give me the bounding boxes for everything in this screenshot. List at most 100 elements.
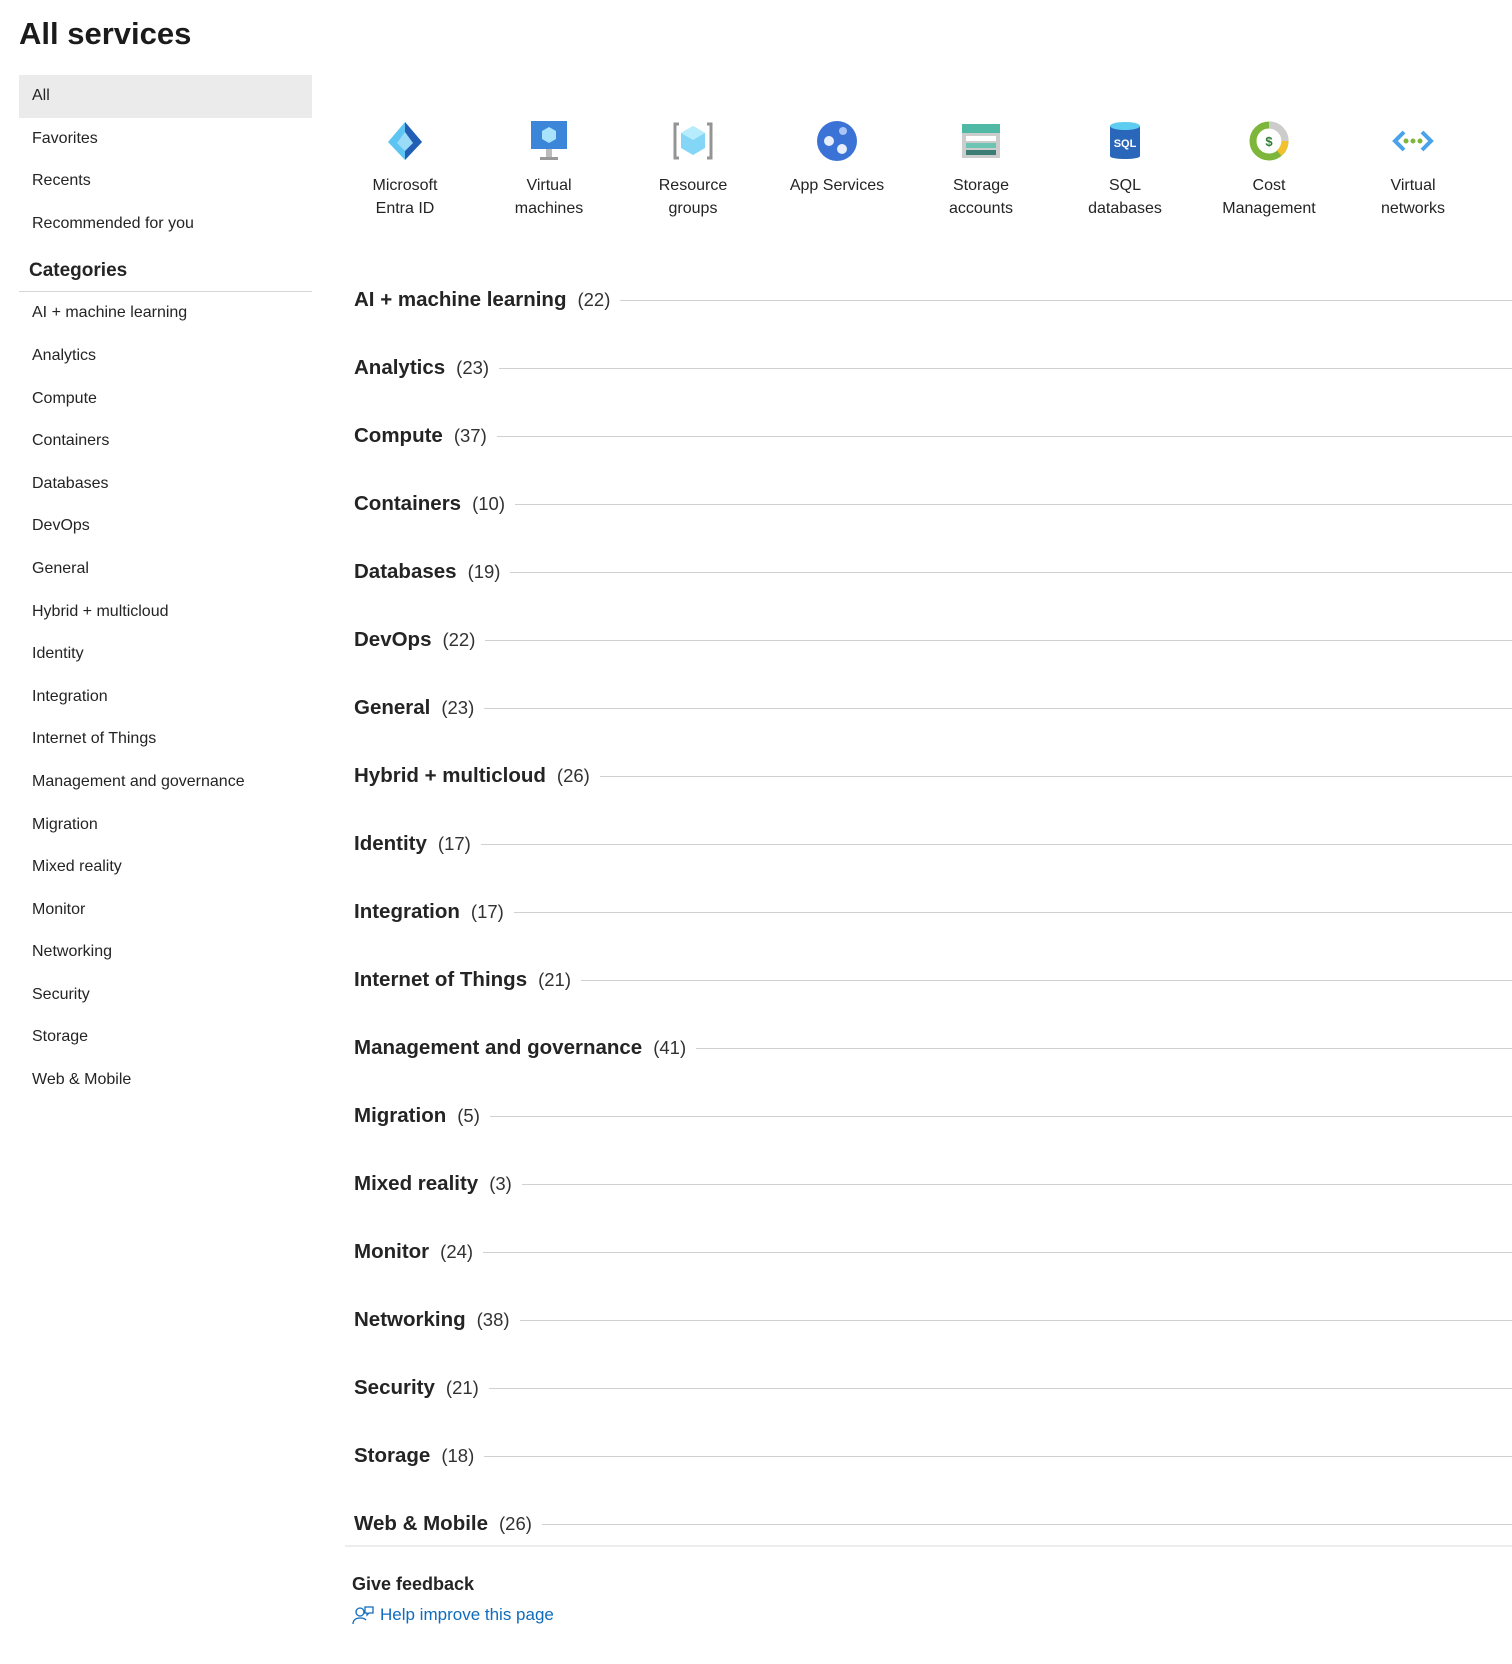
category-group-databases[interactable]: Databases (19): [354, 538, 1512, 606]
category-group-name: Management and governance: [354, 1036, 643, 1059]
service-tile-microsoft-entra-id[interactable]: Microsoft Entra ID: [333, 118, 477, 220]
category-group-storage[interactable]: Storage (18): [354, 1422, 1512, 1490]
category-group-networking[interactable]: Networking (38): [354, 1286, 1512, 1354]
sidebar-category-networking[interactable]: Networking: [19, 931, 312, 974]
category-group-management-and-governance[interactable]: Management and governance (41): [354, 1014, 1512, 1082]
category-group-name: Analytics: [354, 356, 446, 379]
divider: [496, 435, 1512, 437]
sidebar-category-mixed-reality[interactable]: Mixed reality: [19, 846, 312, 889]
sidebar-category-management-and-governance[interactable]: Management and governance: [19, 761, 312, 804]
category-group-name: DevOps: [354, 628, 432, 651]
category-group-identity[interactable]: Identity (17): [354, 810, 1512, 878]
category-group-internet-of-things[interactable]: Internet of Things (21): [354, 946, 1512, 1014]
category-group-count: (22): [442, 629, 476, 650]
category-group-count: (41): [653, 1037, 687, 1058]
feedback-person-icon: [352, 1606, 374, 1625]
sidebar-category-web-mobile[interactable]: Web & Mobile: [19, 1059, 312, 1102]
category-group-mixed-reality[interactable]: Mixed reality (3): [354, 1150, 1512, 1218]
category-group-count: (17): [470, 901, 504, 922]
divider: [499, 367, 1512, 369]
nav-recommended[interactable]: Recommended for you: [19, 203, 312, 246]
service-tile-storage-accounts[interactable]: Storage accounts: [909, 118, 1053, 220]
category-group-monitor[interactable]: Monitor (24): [354, 1218, 1512, 1286]
sidebar-category-migration[interactable]: Migration: [19, 804, 312, 847]
divider: [513, 911, 1512, 913]
category-group-name: Internet of Things: [354, 968, 528, 991]
cost-management-icon: $: [1197, 118, 1341, 164]
entra-id-icon: [333, 118, 477, 164]
divider: [489, 1115, 1512, 1117]
service-tile-cost-management[interactable]: $ Cost Management: [1197, 118, 1341, 220]
category-group-name: Identity: [354, 832, 427, 855]
divider: [541, 1523, 1512, 1525]
sidebar-category-list: AI + machine learning Analytics Compute Con…: [19, 292, 312, 1101]
sidebar-category-security[interactable]: Security: [19, 974, 312, 1017]
category-group-count: (26): [556, 765, 590, 786]
service-tile-label: App Services: [789, 177, 885, 194]
nav-all[interactable]: All: [19, 75, 312, 118]
category-group-name: Integration: [354, 900, 460, 923]
category-group-web-mobile[interactable]: Web & Mobile (26): [354, 1490, 1512, 1558]
divider: [484, 1455, 1512, 1457]
category-group-count: (10): [472, 493, 505, 514]
sidebar-category-identity[interactable]: Identity: [19, 633, 312, 676]
sidebar-category-internet-of-things[interactable]: Internet of Things: [19, 718, 312, 761]
sidebar-category-containers[interactable]: Containers: [19, 420, 312, 463]
category-group-name: Hybrid + multicloud: [354, 764, 546, 787]
service-tile-sql-databases[interactable]: SQL SQL databases: [1053, 118, 1197, 220]
service-tile-resource-groups[interactable]: Resource groups: [621, 118, 765, 220]
virtual-network-icon: [1341, 118, 1485, 164]
category-group-count: (22): [577, 289, 611, 310]
sidebar-category-databases[interactable]: Databases: [19, 463, 312, 506]
category-group-name: Security: [354, 1376, 435, 1399]
sidebar-category-integration[interactable]: Integration: [19, 676, 312, 719]
category-group-name: Monitor: [354, 1240, 430, 1263]
category-group-containers[interactable]: Containers (10): [354, 470, 1512, 538]
category-group-compute[interactable]: Compute (37): [354, 402, 1512, 470]
service-tile-label: Virtual machines: [514, 177, 584, 217]
sidebar-category-analytics[interactable]: Analytics: [19, 335, 312, 378]
help-improve-link[interactable]: Help improve this page: [352, 1604, 554, 1626]
storage-account-icon: [909, 118, 1053, 164]
service-tile-label: Storage accounts: [948, 177, 1014, 217]
page-title: All services: [19, 16, 192, 51]
category-group-count: (38): [476, 1309, 510, 1330]
sidebar-category-general[interactable]: General: [19, 548, 312, 591]
service-tile-app-services[interactable]: App Services: [765, 118, 909, 220]
category-group-name: Networking: [354, 1308, 466, 1331]
divider: [519, 1319, 1512, 1321]
category-group-hybrid-multicloud[interactable]: Hybrid + multicloud (26): [354, 742, 1512, 810]
service-tile-label: Virtual networks: [1380, 177, 1446, 217]
category-group-name: Databases: [354, 560, 457, 583]
nav-favorites[interactable]: Favorites: [19, 118, 312, 161]
category-group-count: (21): [538, 969, 572, 990]
category-group-ai-machine-learning[interactable]: AI + machine learning (22): [354, 266, 1512, 334]
service-tile-label: Resource groups: [658, 177, 728, 217]
divider: [599, 775, 1512, 777]
service-tile-virtual-machines[interactable]: Virtual machines: [477, 118, 621, 220]
sidebar-category-hybrid-multicloud[interactable]: Hybrid + multicloud: [19, 591, 312, 634]
category-group-count: (18): [441, 1445, 475, 1466]
category-group-migration[interactable]: Migration (5): [354, 1082, 1512, 1150]
category-group-security[interactable]: Security (21): [354, 1354, 1512, 1422]
category-group-name: AI + machine learning: [354, 288, 567, 311]
category-group-name: General: [354, 696, 431, 719]
category-group-devops[interactable]: DevOps (22): [354, 606, 1512, 674]
category-group-integration[interactable]: Integration (17): [354, 878, 1512, 946]
sidebar: All Favorites Recents Recommended for yo…: [19, 75, 312, 1102]
category-group-name: Migration: [354, 1104, 447, 1127]
category-group-analytics[interactable]: Analytics (23): [354, 334, 1512, 402]
nav-recents[interactable]: Recents: [19, 160, 312, 203]
sidebar-category-monitor[interactable]: Monitor: [19, 889, 312, 932]
sidebar-category-compute[interactable]: Compute: [19, 378, 312, 421]
category-group-count: (23): [456, 357, 490, 378]
category-group-count: (3): [489, 1173, 512, 1194]
divider: [480, 843, 1512, 845]
service-tile-virtual-networks[interactable]: Virtual networks: [1341, 118, 1485, 220]
category-group-count: (19): [467, 561, 501, 582]
category-group-general[interactable]: General (23): [354, 674, 1512, 742]
sidebar-category-ai-machine-learning[interactable]: AI + machine learning: [19, 292, 312, 335]
sidebar-category-storage[interactable]: Storage: [19, 1016, 312, 1059]
sidebar-category-devops[interactable]: DevOps: [19, 505, 312, 548]
sql-database-icon: SQL: [1053, 118, 1197, 164]
